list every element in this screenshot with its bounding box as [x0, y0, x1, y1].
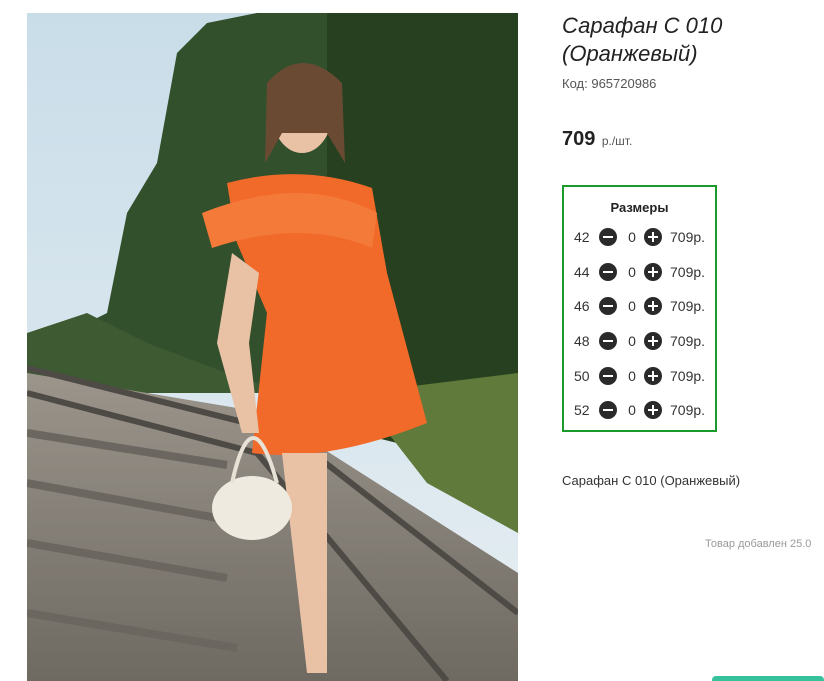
added-date: Товар добавлен 25.0: [705, 538, 812, 550]
price-unit: р./шт.: [601, 134, 633, 148]
increase-quantity-icon[interactable]: [644, 297, 662, 315]
quantity-value: 0: [628, 298, 636, 314]
size-price: 709р.: [670, 333, 706, 349]
decrease-quantity-icon[interactable]: [599, 228, 617, 246]
quantity-value: 0: [628, 368, 636, 384]
size-row-50: 50 0 709р.: [564, 366, 715, 386]
increase-quantity-icon[interactable]: [644, 367, 662, 385]
decrease-quantity-icon[interactable]: [599, 297, 617, 315]
corner-tab-button[interactable]: [712, 676, 824, 681]
size-label: 44: [574, 264, 590, 280]
price-value: 709: [562, 128, 596, 150]
size-label: 46: [574, 298, 590, 314]
decrease-quantity-icon[interactable]: [599, 367, 617, 385]
decrease-quantity-icon[interactable]: [599, 401, 617, 419]
quantity-value: 0: [628, 229, 636, 245]
size-row-44: 44 0 709р.: [564, 262, 715, 282]
size-label: 50: [574, 368, 590, 384]
product-price: 709 р./шт.: [562, 128, 632, 151]
size-row-52: 52 0 709р.: [564, 400, 715, 420]
size-price: 709р.: [670, 402, 706, 418]
increase-quantity-icon[interactable]: [644, 228, 662, 246]
size-price: 709р.: [670, 264, 706, 280]
quantity-value: 0: [628, 333, 636, 349]
size-price: 709р.: [670, 298, 706, 314]
increase-quantity-icon[interactable]: [644, 401, 662, 419]
product-photo[interactable]: [27, 13, 518, 681]
increase-quantity-icon[interactable]: [644, 263, 662, 281]
sizes-panel: Размеры 42 0 709р. 44 0 709р. 46 0 709р.…: [562, 185, 717, 432]
size-price: 709р.: [670, 229, 706, 245]
product-code: Код: 965720986: [562, 76, 656, 91]
size-label: 48: [574, 333, 590, 349]
increase-quantity-icon[interactable]: [644, 332, 662, 350]
decrease-quantity-icon[interactable]: [599, 332, 617, 350]
product-code-value: 965720986: [591, 76, 657, 91]
sizes-title: Размеры: [610, 200, 669, 215]
size-row-48: 48 0 709р.: [564, 331, 715, 351]
product-title: Сарафан С 010 (Оранжевый): [562, 13, 723, 66]
product-photo-illustration: [27, 13, 518, 681]
product-description: Сарафан С 010 (Оранжевый): [562, 473, 741, 488]
quantity-value: 0: [628, 264, 636, 280]
size-row-46: 46 0 709р.: [564, 296, 715, 316]
size-row-42: 42 0 709р.: [564, 227, 715, 247]
quantity-value: 0: [628, 402, 636, 418]
product-code-label: Код:: [562, 76, 588, 91]
size-label: 52: [574, 402, 590, 418]
size-price: 709р.: [670, 368, 706, 384]
size-label: 42: [574, 229, 590, 245]
decrease-quantity-icon[interactable]: [599, 263, 617, 281]
